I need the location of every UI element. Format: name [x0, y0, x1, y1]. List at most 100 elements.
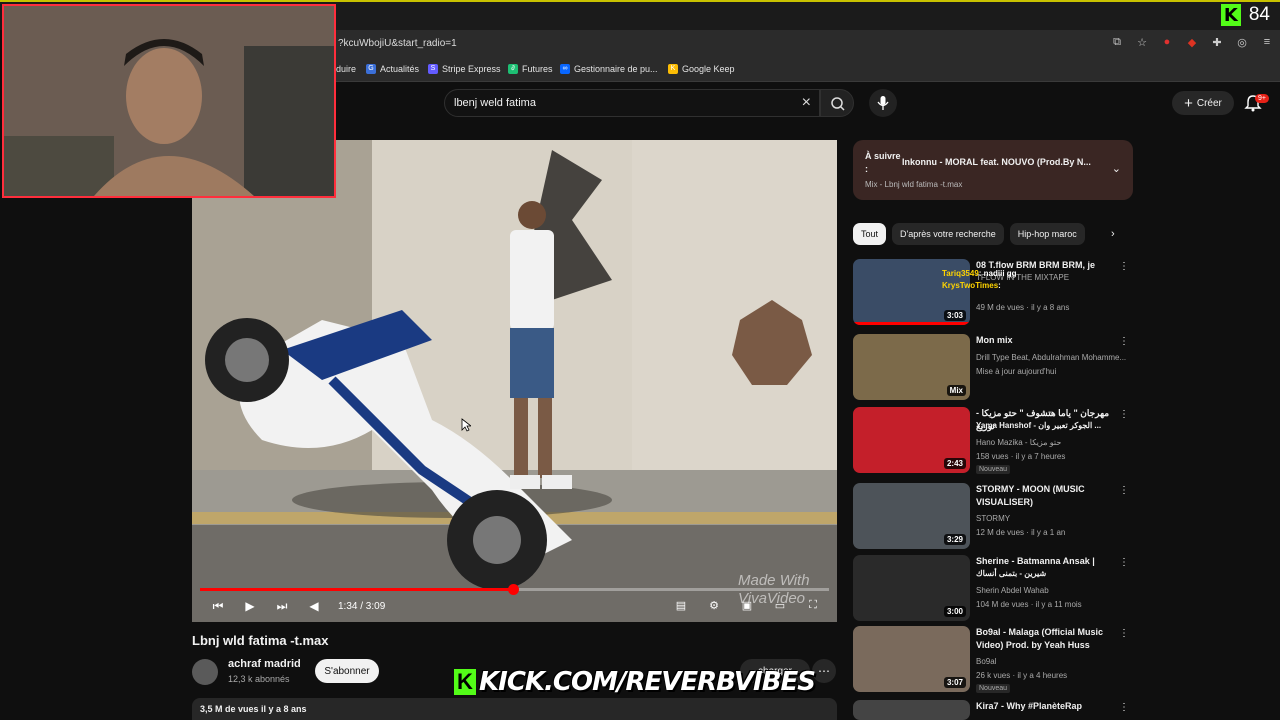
video-frame: [192, 140, 837, 622]
more-vert-icon[interactable]: ⋮: [1119, 628, 1129, 639]
plus-icon: +: [1184, 94, 1193, 112]
chevron-right-icon[interactable]: ›: [1111, 228, 1115, 240]
bookmark-label: Gestionnaire de pu...: [574, 64, 658, 74]
bookmark-item[interactable]: ∞ Gestionnaire de pu...: [560, 64, 658, 74]
subscribe-button[interactable]: S'abonner: [315, 659, 379, 683]
more-vert-icon[interactable]: ⋮: [1119, 702, 1129, 713]
subtitles-icon[interactable]: ▤: [673, 598, 689, 612]
channel-name[interactable]: achraf madrid: [228, 658, 301, 670]
chip-hiphop[interactable]: Hip-hop maroc: [1009, 223, 1085, 245]
list-item[interactable]: 3:00 Sherine - Batmanna Ansak | شيرين - …: [853, 555, 1133, 623]
rec-meta: 158 vues · il y a 7 heures: [976, 452, 1066, 461]
rec-meta: 49 M de vues · il y a 8 ans: [976, 303, 1070, 312]
extension-ublock-icon[interactable]: ●: [1160, 35, 1174, 49]
bookmark-item[interactable]: G Actualités: [366, 64, 419, 74]
search-value: lbenj weld fatima: [454, 97, 536, 109]
channel-avatar[interactable]: [192, 659, 218, 685]
bookmark-item[interactable]: duire: [336, 64, 356, 74]
rec-title: Bo9al - Malaga (Official Music Video) Pr…: [976, 627, 1104, 650]
search-button[interactable]: [820, 89, 854, 117]
search-icon: [831, 97, 845, 111]
theater-mode-icon[interactable]: ▭: [772, 598, 788, 612]
more-vert-icon[interactable]: ⋮: [1119, 409, 1129, 420]
chip-all[interactable]: Tout: [853, 223, 887, 245]
previous-icon[interactable]: ⏮: [210, 598, 226, 614]
next-icon[interactable]: ⏭: [274, 598, 290, 614]
rec-title: Mon mix: [976, 335, 1013, 345]
microphone-icon: [877, 96, 889, 110]
up-next-panel[interactable]: À suivre : Inkonnu - MORAL feat. NOUVO (…: [853, 140, 1133, 200]
create-label: Créer: [1196, 97, 1222, 109]
kick-logo-icon: K: [1220, 4, 1241, 26]
chip-search-related[interactable]: D'après votre recherche: [892, 223, 1004, 245]
player-controls-left: ⏮ ▶ ⏭ ◀ 1:34 / 3:09: [210, 598, 386, 614]
rec-channel: Sherin Abdel Wahab: [976, 586, 1049, 595]
description-box[interactable]: 3,5 M de vues il y a 8 ans: [192, 698, 837, 720]
up-next-label: À suivre :: [865, 151, 901, 174]
subscriber-count: 12,3 k abonnés: [228, 674, 290, 684]
bookmark-star-icon[interactable]: ☆: [1135, 35, 1149, 49]
extensions-puzzle-icon[interactable]: ✚: [1210, 35, 1224, 49]
settings-gear-icon[interactable]: ⚙: [706, 598, 722, 612]
bookmark-label: Futures: [522, 64, 553, 74]
new-badge: Nouveau: [976, 465, 1011, 474]
more-vert-icon[interactable]: ⋮: [1119, 485, 1129, 496]
bookmark-item[interactable]: S Stripe Express: [428, 64, 501, 74]
more-vert-icon[interactable]: ⋮: [1119, 336, 1129, 347]
url-text[interactable]: ?kcuWbojiU&start_radio=1: [338, 38, 457, 49]
more-vert-icon[interactable]: ⋮: [1119, 261, 1129, 272]
list-item[interactable]: 3:07 Bo9al - Malaga (Official Music Vide…: [853, 626, 1133, 694]
video-thumbnail[interactable]: 3:07: [853, 626, 970, 692]
video-thumbnail[interactable]: 3:00: [853, 555, 970, 621]
fullscreen-icon[interactable]: ⛶: [805, 598, 821, 612]
miniplayer-icon[interactable]: ▣: [739, 598, 755, 612]
install-app-icon[interactable]: ⧉: [1110, 35, 1124, 49]
time-display: 1:34 / 3:09: [338, 600, 386, 612]
bookmark-item[interactable]: K Google Keep: [668, 64, 735, 74]
duration-badge: 3:00: [943, 606, 966, 617]
duration-badge: 3:03: [943, 310, 966, 321]
progress-bar[interactable]: [200, 584, 829, 595]
clear-search-icon[interactable]: ×: [802, 94, 811, 112]
more-actions-icon[interactable]: ⋯: [812, 659, 836, 683]
rec-meta: Mise à jour aujourd'hui: [976, 367, 1057, 376]
menu-icon[interactable]: ≡: [1260, 35, 1274, 49]
chevron-down-icon[interactable]: ⌄: [1112, 162, 1121, 175]
more-vert-icon[interactable]: ⋮: [1119, 557, 1129, 568]
toolbar-icons: ⧉ ☆ ● ◆ ✚ ◎ ≡: [1110, 35, 1274, 49]
bookmark-label: Stripe Express: [442, 64, 501, 74]
rec-channel: STORMY: [976, 514, 1011, 523]
duration-badge: Mix: [946, 385, 966, 396]
profile-icon[interactable]: ◎: [1235, 35, 1249, 49]
list-item[interactable]: Mix Mon mix Drill Type Beat, Abdulrahman…: [853, 334, 1133, 402]
rec-meta: 26 k vues · il y a 4 heures: [976, 671, 1068, 680]
chat-user: KrysTwoTimes: [942, 281, 999, 290]
video-thumbnail[interactable]: 2:43: [853, 407, 970, 473]
view-meta: 3,5 M de vues il y a 8 ans: [200, 704, 307, 714]
duration-badge: 3:29: [943, 534, 966, 545]
rec-channel: Bo9al: [976, 657, 997, 666]
extension-red-icon[interactable]: ◆: [1185, 35, 1199, 49]
meta-icon: ∞: [560, 64, 570, 74]
list-item[interactable]: 3:29 STORMY - MOON (MUSIC VISUALISER) ST…: [853, 483, 1133, 551]
volume-icon[interactable]: ◀: [306, 598, 322, 614]
address-bar[interactable]: ?kcuWbojiU&start_radio=1 ⧉ ☆ ● ◆ ✚ ◎ ≡: [336, 30, 1280, 58]
voice-search-button[interactable]: [869, 89, 897, 117]
create-button[interactable]: + Créer: [1172, 91, 1234, 115]
search-input[interactable]: lbenj weld fatima ×: [444, 89, 820, 117]
stripe-icon: S: [428, 64, 438, 74]
video-player[interactable]: Made With VivaVideo ⏮ ▶ ⏭ ◀ 1:34 / 3:09 …: [192, 140, 837, 622]
bookmark-item[interactable]: ∂ Futures: [508, 64, 553, 74]
list-item[interactable]: 2:43 مهرجان " ياما هتشوف " حتو مزيكا - ت…: [853, 407, 1133, 475]
video-thumbnail[interactable]: [853, 700, 970, 720]
list-item[interactable]: Kira7 - Why #PlanèteRap ⋮: [853, 700, 1133, 720]
progress-scrubber[interactable]: [507, 584, 519, 595]
webcam-overlay: [2, 4, 336, 198]
chat-overlay: Tariq3549: nadiii gg KrysTwoTimes:: [942, 268, 1017, 292]
video-thumbnail[interactable]: 3:29: [853, 483, 970, 549]
video-thumbnail[interactable]: Mix: [853, 334, 970, 400]
rec-channel: Drill Type Beat, Abdulrahman Mohamme...: [976, 353, 1127, 362]
video-title: Lbnj wld fatima -t.max: [192, 633, 329, 648]
keep-icon: K: [668, 64, 678, 74]
play-icon[interactable]: ▶: [242, 598, 258, 614]
